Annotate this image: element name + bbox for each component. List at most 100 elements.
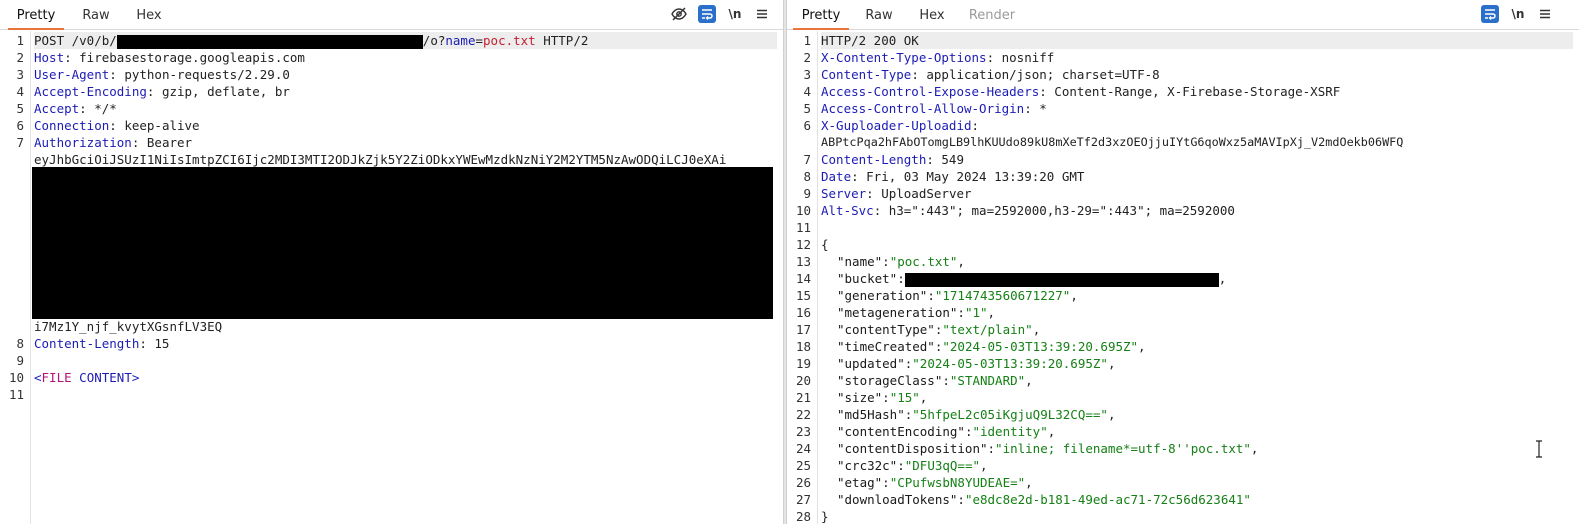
json-comma: , [1218, 271, 1227, 286]
line-number: 23 [795, 424, 811, 439]
json-field: "bucket":, [837, 270, 1226, 287]
line-number: 5 [16, 101, 24, 116]
json-field: "contentDisposition":"inline; filename*=… [837, 440, 1258, 457]
json-colon: : [882, 254, 890, 269]
wrap-lines-icon[interactable] [1481, 5, 1499, 23]
json-comma: , [1025, 475, 1033, 490]
json-colon: : [957, 492, 965, 507]
header-line: Authorization: Bearer [34, 134, 192, 151]
response-tab-render[interactable]: Render [967, 0, 1017, 30]
json-field: "metageneration":"1", [837, 304, 995, 321]
line-number: 11 [8, 387, 24, 402]
menu-icon[interactable] [1536, 5, 1554, 23]
line-number: 20 [795, 373, 811, 388]
header-line: Alt-Svc: h3=":443"; ma=2592000,h3-29=":4… [821, 202, 1235, 219]
json-field: "etag":"CPufwsbN8YUDEAE=", [837, 474, 1033, 491]
json-value: "CPufwsbN8YUDEAE=" [889, 475, 1026, 490]
line-number: 11 [795, 220, 811, 235]
json-key: "name" [837, 254, 883, 269]
line-number: 13 [795, 254, 811, 269]
menu-icon[interactable] [753, 5, 771, 23]
line-number: 16 [795, 305, 811, 320]
header-key: Accept-Encoding [34, 84, 147, 99]
line-number: 10 [8, 370, 24, 385]
json-field: "size":"15", [837, 389, 927, 406]
hide-nonprintable-icon[interactable] [670, 5, 688, 23]
json-comma: , [980, 458, 988, 473]
header-value: : Content-Range, X-Firebase-Storage-XSRF [1039, 84, 1341, 99]
json-key: "contentType" [837, 322, 935, 337]
header-value: : * [1024, 101, 1047, 116]
response-toolbar: Pretty Raw Hex Render \n [787, 0, 1579, 30]
response-tab-pretty[interactable]: Pretty [793, 0, 849, 30]
header-key: Content-Type [821, 67, 912, 82]
json-field: "downloadTokens":"e8dc8e2d-b181-49ed-ac7… [837, 491, 1251, 508]
json-open-brace: { [821, 237, 829, 252]
line-number: 14 [795, 271, 811, 286]
json-key: "storageClass" [837, 373, 943, 388]
request-tab-raw[interactable]: Raw [78, 0, 114, 30]
json-comma: , [1107, 356, 1116, 371]
json-comma: , [1107, 407, 1116, 422]
request-tab-pretty[interactable]: Pretty [8, 0, 64, 30]
header-key: Content-Length [34, 336, 140, 351]
newline-toggle[interactable]: \n [726, 5, 744, 23]
redaction-box [904, 272, 1219, 287]
query-param-eq: = [475, 33, 484, 48]
json-value: "2024-05-03T13:39:20.695Z" [942, 339, 1139, 354]
response-pane: Pretty Raw Hex Render \n 1 2 3 4 5 6 7 8 9 10 11 12… [787, 0, 1579, 524]
request-tab-hex[interactable]: Hex [132, 0, 166, 30]
header-key: Content-Length [821, 152, 927, 167]
json-value: "poc.txt" [889, 254, 958, 269]
header-key: Connection [34, 118, 110, 133]
request-editor[interactable]: 1 2 3 4 5 6 7 8 9 10 11 POST /v0/b/ /o?na… [0, 31, 783, 524]
request-pane: Pretty Raw Hex \n 1 2 3 4 5 6 7 8 9 10 1… [0, 0, 783, 524]
header-value: : keep-alive [109, 118, 200, 133]
json-value: "STANDARD" [949, 373, 1026, 388]
request-line: POST /v0/b/ /o?name=poc.txt HTTP/2 [34, 32, 777, 49]
json-colon: : [927, 288, 935, 303]
line-number: 8 [803, 169, 811, 184]
json-key: "crc32c" [837, 458, 898, 473]
header-value: : firebasestorage.googleapis.com [64, 50, 305, 65]
newline-toggle[interactable]: \n [1509, 5, 1527, 23]
response-tab-hex[interactable]: Hex [915, 0, 949, 30]
response-line-gutter: 1 2 3 4 5 6 7 8 9 10 11 12 13 14 15 16 17 18 19 20 21 22 23 24 2… [787, 31, 818, 524]
line-number: 21 [795, 390, 811, 405]
tag-open: < [34, 370, 42, 385]
line-number: 28 [795, 509, 811, 524]
json-key: "md5Hash" [837, 407, 905, 422]
line-number: 18 [795, 339, 811, 354]
line-number: 6 [16, 118, 24, 133]
header-line: User-Agent: python-requests/2.29.0 [34, 66, 290, 83]
json-colon: : [897, 271, 905, 286]
line-number: 9 [16, 353, 24, 368]
json-comma: , [1250, 441, 1259, 456]
header-line: Accept-Encoding: gzip, deflate, br [34, 83, 290, 100]
line-number: 10 [795, 203, 811, 218]
header-line: Accept: */* [34, 100, 117, 117]
json-value: "DFU3qQ==" [904, 458, 981, 473]
json-key: "size" [837, 390, 883, 405]
json-comma: , [1025, 373, 1033, 388]
header-key: X-Content-Type-Options [821, 50, 987, 65]
header-key: Alt-Svc [821, 203, 874, 218]
header-line: Content-Type: application/json; charset=… [821, 66, 1160, 83]
json-field: "name":"poc.txt", [837, 253, 965, 270]
line-number: 6 [803, 118, 811, 133]
line-number: 25 [795, 458, 811, 473]
json-value: "text/plain" [942, 322, 1033, 337]
line-number: 4 [16, 84, 24, 99]
newline-label: \n [728, 7, 742, 21]
header-value: : python-requests/2.29.0 [109, 67, 290, 82]
wrap-lines-icon[interactable] [698, 5, 716, 23]
line-number: 1 [803, 33, 811, 48]
response-tab-raw[interactable]: Raw [861, 0, 897, 30]
header-key: Access-Control-Expose-Headers [821, 84, 1040, 99]
line-number: 2 [803, 50, 811, 65]
line-number: 12 [795, 237, 811, 252]
request-code: POST /v0/b//o?name=poc.txt HTTP/2 Host: … [32, 31, 777, 524]
header-key: Host [34, 50, 65, 65]
response-editor[interactable]: 1 2 3 4 5 6 7 8 9 10 11 12 13 14 15 16 17 18 19 20 21 22 23 24 2… [787, 31, 1579, 524]
json-colon: : [942, 373, 950, 388]
